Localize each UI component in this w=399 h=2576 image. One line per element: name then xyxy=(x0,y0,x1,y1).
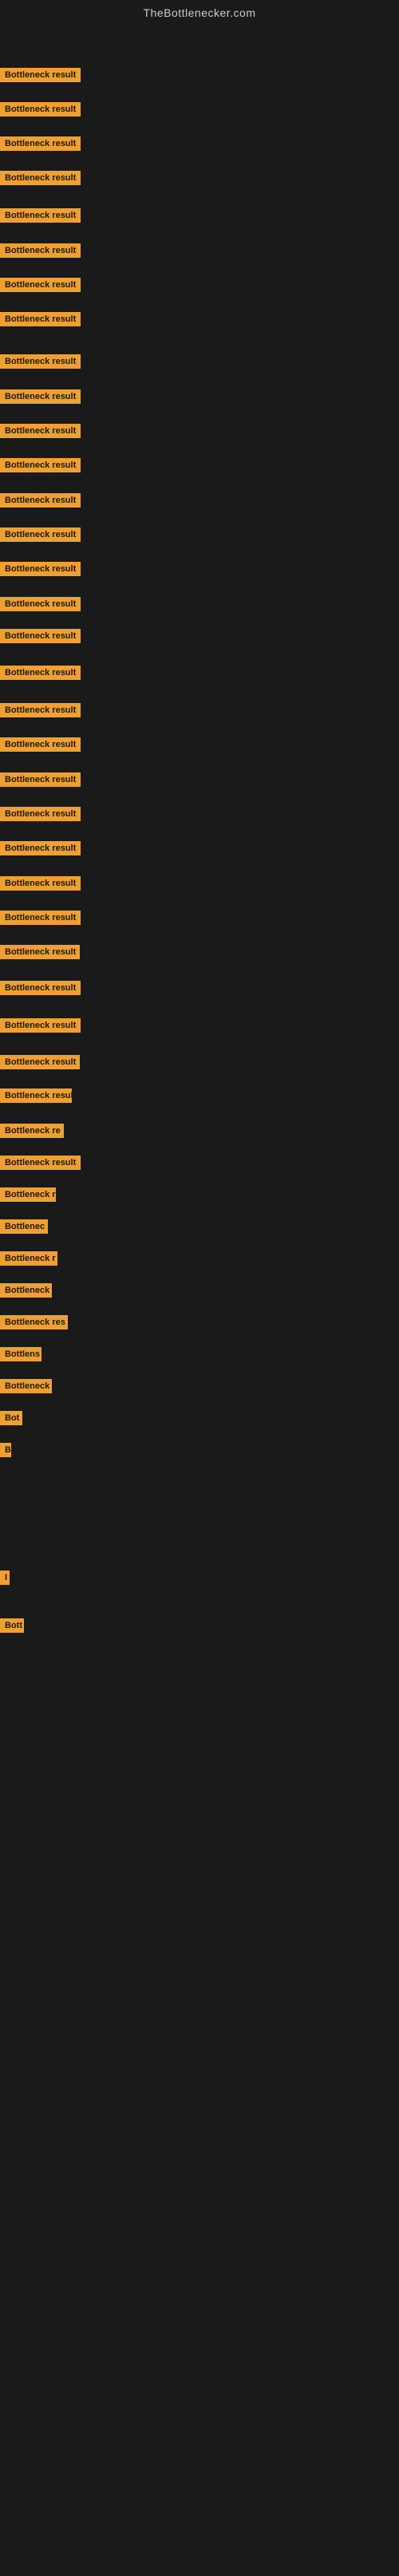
bottleneck-result-item: Bottleneck result xyxy=(0,312,81,330)
bottleneck-result-item: Bottleneck r xyxy=(0,1187,56,1206)
bottleneck-result-item: Bottleneck result xyxy=(0,68,81,86)
bottleneck-label: Bottleneck r xyxy=(0,1187,56,1202)
bottleneck-result-item: Bottleneck result xyxy=(0,597,81,615)
bottleneck-result-item: Bottleneck result xyxy=(0,458,81,476)
bottleneck-result-item: Bottleneck xyxy=(0,1283,52,1302)
bottleneck-label: Bottleneck result xyxy=(0,737,81,752)
bottleneck-result-item: Bottleneck result xyxy=(0,171,81,189)
bottleneck-label: Bottleneck result xyxy=(0,102,81,117)
bottleneck-label: Bottleneck xyxy=(0,1379,52,1393)
bottleneck-result-item: Bottleneck result xyxy=(0,278,81,296)
bottleneck-label: Bottleneck result xyxy=(0,136,81,151)
bottleneck-label: Bottlenec xyxy=(0,1219,48,1234)
bottleneck-result-item: Bottleneck result xyxy=(0,562,81,580)
bottleneck-label: Bottleneck result xyxy=(0,1088,72,1103)
bottleneck-result-item: Bottleneck res xyxy=(0,1315,68,1333)
bottleneck-label: Bottleneck result xyxy=(0,458,81,472)
bottleneck-result-item: Bottlens xyxy=(0,1347,41,1365)
bottleneck-result-item: Bottleneck result xyxy=(0,981,81,999)
bottleneck-label: Bottleneck result xyxy=(0,1156,81,1170)
bottleneck-label: Bottleneck result xyxy=(0,945,80,959)
bottleneck-label: Bottleneck result xyxy=(0,1055,80,1069)
bottleneck-label: Bottleneck r xyxy=(0,1251,57,1266)
bottleneck-result-item: Bottleneck result xyxy=(0,945,80,963)
bottleneck-label: Bottleneck result xyxy=(0,424,81,438)
bottleneck-result-item: Bottleneck result xyxy=(0,1088,72,1107)
bottleneck-result-item: Bottleneck result xyxy=(0,208,81,227)
bottleneck-result-item: I xyxy=(0,1570,10,1589)
bottleneck-label: Bottleneck result xyxy=(0,911,81,925)
bottleneck-label: Bott xyxy=(0,1618,24,1633)
bottleneck-label: Bottleneck result xyxy=(0,243,81,258)
bottleneck-result-item: Bottleneck result xyxy=(0,1055,80,1073)
bottleneck-label: Bottleneck result xyxy=(0,527,81,542)
bottleneck-label: Bottleneck result xyxy=(0,389,81,404)
bottleneck-result-item: Bottleneck result xyxy=(0,737,81,756)
bottleneck-label: Bottleneck result xyxy=(0,629,81,643)
bottleneck-result-item: Bottleneck result xyxy=(0,876,81,895)
bottleneck-result-item: Bottleneck result xyxy=(0,629,81,647)
bottleneck-label: Bottleneck result xyxy=(0,807,81,821)
bottleneck-result-item: Bottlenec xyxy=(0,1219,48,1238)
site-title: TheBottlenecker.com xyxy=(0,0,399,22)
bottleneck-result-item: Bottleneck result xyxy=(0,243,81,262)
bottleneck-label: Bottleneck result xyxy=(0,876,81,891)
bottleneck-result-item: Bottleneck result xyxy=(0,911,81,929)
bottleneck-label: Bottleneck result xyxy=(0,562,81,576)
bottleneck-result-item: Bottleneck result xyxy=(0,1156,81,1174)
bottleneck-label: Bottleneck result xyxy=(0,703,81,717)
bottleneck-result-item: Bottleneck result xyxy=(0,1018,81,1037)
bottleneck-label: Bot xyxy=(0,1411,22,1425)
bottleneck-result-item: Bottleneck result xyxy=(0,424,81,442)
bottleneck-label: Bottlens xyxy=(0,1347,41,1361)
bottleneck-label: Bottleneck result xyxy=(0,278,81,292)
bottleneck-result-item: Bottleneck r xyxy=(0,1251,57,1270)
bottleneck-label: Bottleneck result xyxy=(0,666,81,680)
bottleneck-result-item: Bottleneck result xyxy=(0,807,81,825)
bottleneck-label: Bottleneck result xyxy=(0,171,81,185)
bottleneck-result-item: Bottleneck result xyxy=(0,493,81,512)
bottleneck-result-item: Bottleneck result xyxy=(0,102,81,121)
bottleneck-label: Bottleneck result xyxy=(0,1018,81,1033)
bottleneck-result-item: Bottleneck xyxy=(0,1379,52,1397)
bottleneck-label: Bottleneck xyxy=(0,1283,52,1298)
bottleneck-result-item: Bott xyxy=(0,1618,24,1637)
bottleneck-label: Bottleneck result xyxy=(0,772,81,787)
bottleneck-result-item: Bot xyxy=(0,1411,22,1429)
bottleneck-result-item: Bottleneck result xyxy=(0,666,81,684)
bottleneck-result-item: Bottleneck result xyxy=(0,136,81,155)
bottleneck-label: Bottleneck re xyxy=(0,1124,64,1138)
bottleneck-label: B xyxy=(0,1443,11,1457)
bottleneck-label: I xyxy=(0,1570,10,1585)
bottleneck-result-item: Bottleneck result xyxy=(0,389,81,408)
bottleneck-result-item: B xyxy=(0,1443,11,1461)
bottleneck-label: Bottleneck result xyxy=(0,354,81,369)
bottleneck-label: Bottleneck result xyxy=(0,68,81,82)
bottleneck-label: Bottleneck result xyxy=(0,981,81,995)
bottleneck-label: Bottleneck result xyxy=(0,208,81,223)
bottleneck-label: Bottleneck result xyxy=(0,312,81,326)
bottleneck-result-item: Bottleneck result xyxy=(0,841,81,859)
bottleneck-result-item: Bottleneck result xyxy=(0,703,81,721)
bottleneck-result-item: Bottleneck result xyxy=(0,354,81,373)
bottleneck-result-item: Bottleneck re xyxy=(0,1124,64,1142)
bottleneck-result-item: Bottleneck result xyxy=(0,527,81,546)
bottleneck-result-item: Bottleneck result xyxy=(0,772,81,791)
bottleneck-label: Bottleneck result xyxy=(0,597,81,611)
bottleneck-label: Bottleneck result xyxy=(0,493,81,508)
bottleneck-label: Bottleneck res xyxy=(0,1315,68,1329)
bottleneck-label: Bottleneck result xyxy=(0,841,81,855)
